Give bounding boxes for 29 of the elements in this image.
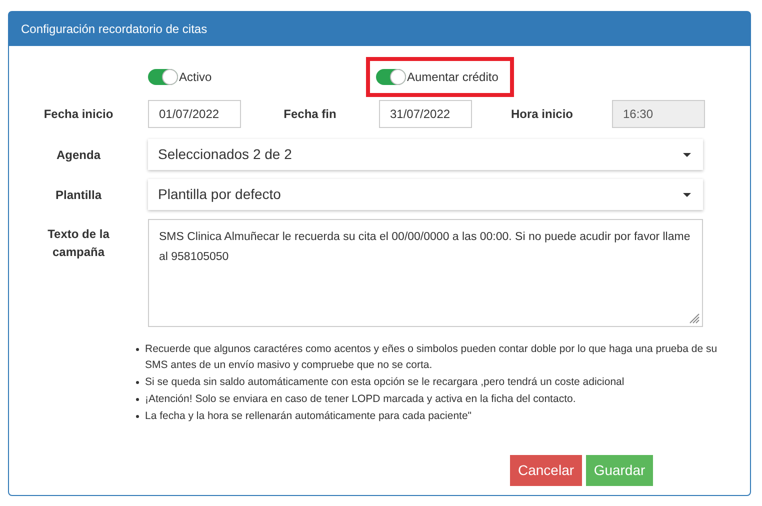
- bullet-icon: [136, 381, 139, 384]
- caret-icon: [683, 152, 691, 156]
- input-field[interactable]: 31/07/2022: [379, 100, 472, 128]
- note-text: La fecha y la hora se rellenarán automáticamente para cada paciente": [145, 409, 472, 424]
- panel-title: Configuración recordatorio de citas: [21, 21, 208, 38]
- field-label: Hora inicio: [510, 106, 573, 123]
- note-text: Recuerde que algunos caractéres como acentos y eñes o simbolos pueden contar doble por lo que haga una prueba de su SMS antes de un envío masivo y compruebe que no se corta.: [145, 342, 718, 373]
- note-text: ¡Atención! Solo se enviara en caso de tener LOPD marcada y activa en la ficha del contacto.: [145, 392, 576, 407]
- caret-icon: [683, 192, 691, 196]
- message-textarea[interactable]: SMS Clinica Almuñecar le recuerda su cita el 00/00/0000 a las 00:00. Si no puede acudir por favor llame al 958105050: [148, 219, 703, 327]
- toggle-label: Aumentar crédito: [407, 69, 498, 86]
- field-label: Texto de la campaña: [46, 226, 110, 261]
- input-field: 16:30: [612, 100, 705, 128]
- bullet-icon: [136, 398, 139, 401]
- input-field[interactable]: 01/07/2022: [148, 100, 241, 128]
- bullet-icon: [136, 348, 139, 351]
- field-label: Plantilla: [55, 186, 102, 204]
- field-label: Fecha inicio: [44, 106, 114, 123]
- dropdown[interactable]: Seleccionados 2 de 2: [148, 139, 703, 170]
- resize-grip-icon[interactable]: [688, 312, 700, 324]
- dropdown[interactable]: Plantilla por defecto: [148, 179, 703, 210]
- toggle-switch[interactable]: [376, 69, 406, 85]
- note-text: Si se queda sin saldo automáticamente con esta opción se le recargara ,pero tendrá un coste adicional: [145, 375, 624, 390]
- bullet-icon: [136, 415, 139, 418]
- cancel-button[interactable]: Cancelar: [510, 455, 582, 486]
- field-label: Agenda: [56, 146, 100, 164]
- field-label: Fecha fin: [284, 106, 336, 123]
- toggle-switch[interactable]: [148, 69, 178, 85]
- toggle-label: Activo: [179, 69, 212, 86]
